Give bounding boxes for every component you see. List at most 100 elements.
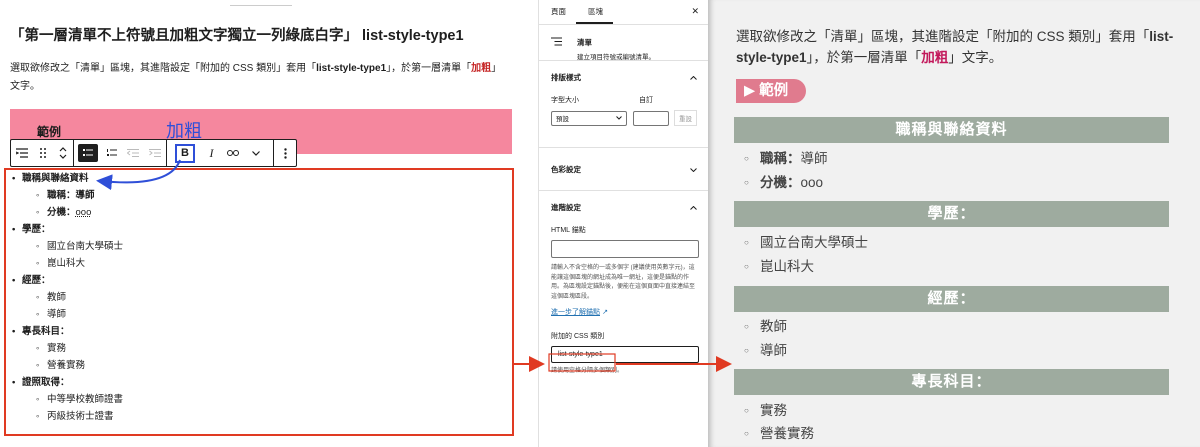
font-size-value: 預設 bbox=[556, 116, 569, 123]
list-item[interactable]: 丙級技術士證書 bbox=[10, 408, 123, 425]
block-card: 清單 建立項目符號或編號清單。 bbox=[539, 25, 709, 61]
css-class-input[interactable]: list-style-type1 bbox=[551, 346, 699, 363]
list-icon bbox=[551, 37, 565, 50]
preview-list-item: 國立台南大學碩士 bbox=[744, 231, 868, 255]
preview-list-item: 職稱：導師 bbox=[744, 147, 828, 171]
panel-title: 色彩設定 bbox=[551, 164, 581, 174]
chevron-up-icon bbox=[690, 203, 697, 212]
color-panel: 色彩設定 bbox=[539, 148, 709, 191]
example-badge: ▶ 範例 bbox=[736, 79, 807, 103]
item-key: 職稱： bbox=[760, 151, 801, 166]
anchor-help-text: 請輸入不含空格的一或多個字 (建議使用英數字元)，這能讓這個區塊的網址成為唯一網… bbox=[551, 265, 696, 300]
list-item[interactable]: 營養實務 bbox=[10, 357, 123, 374]
paragraph-class-name: list-style-type1 bbox=[316, 63, 387, 74]
list-item[interactable]: 分機：ooo bbox=[10, 204, 123, 221]
list-item[interactable]: 中等學校教師證書 bbox=[10, 391, 123, 408]
sidebar-tabs: 頁面 區塊 ✕ bbox=[539, 0, 709, 25]
list-item[interactable]: 崑山科大 bbox=[10, 255, 123, 272]
preview-list-item: 教師 bbox=[744, 315, 787, 339]
paragraph-text: 」，於第一層清單「 bbox=[386, 63, 472, 74]
tab-block[interactable]: 區塊 bbox=[576, 0, 613, 24]
preview-section-heading: 經歷： bbox=[734, 286, 1169, 312]
outdent-icon[interactable] bbox=[122, 140, 144, 166]
advanced-panel: 進階設定 HTML 錨點 請輸入不含空格的一或多個字 (建議使用英數字元)，這能… bbox=[539, 191, 709, 377]
preview-paragraph: 選取欲修改之「清單」區塊，其進階設定「附加的 CSS 類別」套用「list-st… bbox=[736, 26, 1176, 68]
list-block-type-icon[interactable] bbox=[11, 140, 33, 166]
italic-button[interactable]: I bbox=[201, 140, 221, 166]
font-size-select[interactable]: 預設 bbox=[551, 110, 627, 126]
list-item[interactable]: 證照取得： bbox=[10, 374, 123, 391]
advanced-panel-header[interactable]: 進階設定 bbox=[551, 191, 697, 223]
reset-button[interactable]: 重設 bbox=[674, 110, 697, 126]
block-name: 清單 bbox=[577, 38, 592, 47]
list-item[interactable]: 經歷： bbox=[10, 272, 123, 289]
list-item[interactable]: 國立台南大學碩士 bbox=[10, 238, 123, 255]
preview-section-heading: 學歷： bbox=[734, 201, 1169, 227]
example-block-label: 範例 bbox=[37, 125, 62, 139]
list-item-key: 分機： bbox=[47, 207, 76, 218]
list-item[interactable]: 教師 bbox=[10, 289, 123, 306]
item-value: 導師 bbox=[800, 151, 828, 166]
post-heading[interactable]: 「第一層清單不上符號且加粗文字獨立一列綠底白字」 list-style-type… bbox=[10, 24, 464, 45]
external-link-icon: ↗ bbox=[602, 309, 608, 316]
drag-handle-icon[interactable] bbox=[33, 140, 53, 166]
block-editor: 「第一層清單不上符號且加粗文字獨立一列綠底白字」 list-style-type… bbox=[0, 0, 530, 447]
unordered-list-icon[interactable] bbox=[77, 144, 98, 162]
chevron-up-icon bbox=[690, 73, 697, 82]
preview-list-item: 分機：ooo bbox=[744, 171, 823, 195]
paragraph-text: 選取欲修改之「清單」區塊，其進階設定「附加的 CSS 類別」套用「 bbox=[736, 29, 1150, 44]
chevron-down-icon bbox=[616, 115, 622, 122]
preview-list-item: 營養實務 bbox=[744, 422, 814, 446]
settings-sidebar: 頁面 區塊 ✕ 清單 建立項目符號或編號清單。 排版樣式 字型大小 自訂 預設 … bbox=[538, 0, 710, 447]
preview-list-item: 崑山科大 bbox=[744, 255, 814, 279]
frontend-preview: 選取欲修改之「清單」區塊，其進階設定「附加的 CSS 類別」套用「list-st… bbox=[708, 0, 1200, 447]
list-item-value: ooo bbox=[75, 207, 92, 218]
list-item[interactable]: 導師 bbox=[10, 306, 123, 323]
list-item[interactable]: 學歷： bbox=[10, 221, 123, 238]
font-size-label: 字型大小 bbox=[551, 97, 579, 104]
preview-list-item: 實務 bbox=[744, 399, 787, 423]
custom-size-input[interactable] bbox=[632, 110, 669, 126]
preview-list-item: 導師 bbox=[744, 339, 787, 363]
css-class-label: 附加的 CSS 類別 bbox=[551, 333, 605, 340]
html-anchor-input[interactable] bbox=[551, 240, 699, 258]
custom-size-label: 自訂 bbox=[639, 97, 653, 104]
block-description: 建立項目符號或編號清單。 bbox=[577, 54, 655, 61]
link-icon[interactable] bbox=[221, 140, 245, 166]
toolbar-separator bbox=[72, 140, 74, 166]
post-paragraph[interactable]: 選取欲修改之「清單」區塊，其進階設定「附加的 CSS 類別」套用「list-st… bbox=[10, 60, 510, 96]
list-item[interactable]: 職稱：導師 bbox=[10, 187, 123, 204]
tab-page[interactable]: 頁面 bbox=[539, 0, 576, 24]
panel-title: 進階設定 bbox=[551, 202, 581, 212]
typography-panel-header[interactable]: 排版樣式 bbox=[551, 61, 697, 93]
list-item[interactable]: 職稱與聯絡資料 bbox=[10, 170, 123, 187]
bold-button[interactable]: B bbox=[174, 143, 196, 163]
anchor-label: HTML 錨點 bbox=[551, 227, 586, 234]
move-up-down-icon[interactable] bbox=[53, 140, 73, 166]
indent-icon[interactable] bbox=[144, 140, 166, 166]
chevron-down-icon bbox=[690, 165, 697, 174]
paragraph-bold-word: 加粗 bbox=[471, 63, 492, 74]
ordered-list-icon[interactable] bbox=[102, 140, 122, 166]
list-item[interactable]: 實務 bbox=[10, 340, 123, 357]
item-key: 分機： bbox=[760, 175, 801, 190]
color-panel-header[interactable]: 色彩設定 bbox=[551, 148, 697, 190]
paragraph-text: 選取欲修改之「清單」區塊，其進階設定「附加的 CSS 類別」套用「 bbox=[10, 63, 317, 74]
learn-more-link[interactable]: 進一步了解錨點 bbox=[551, 309, 600, 316]
css-help-text: 請使用空格分隔多個類別。 bbox=[551, 368, 624, 374]
close-icon[interactable]: ✕ bbox=[691, 6, 699, 17]
divider bbox=[230, 5, 292, 6]
preview-section-heading: 職稱與聯絡資料 bbox=[734, 117, 1169, 143]
list-item[interactable]: 專長科目： bbox=[10, 323, 123, 340]
paragraph-text: 」，於第一層清單「 bbox=[806, 50, 922, 65]
block-toolbar: B I bbox=[10, 139, 297, 167]
item-value: ooo bbox=[800, 175, 824, 190]
chevron-down-icon[interactable] bbox=[245, 140, 267, 166]
more-options-icon[interactable] bbox=[274, 140, 296, 166]
list-block[interactable]: 職稱與聯絡資料 職稱：導師 分機：ooo 學歷： 國立台南大學碩士 崑山科大 經… bbox=[10, 170, 123, 425]
paragraph-bold-word: 加粗 bbox=[921, 50, 949, 65]
list-item-key: 職稱： bbox=[47, 190, 76, 201]
typography-panel: 排版樣式 字型大小 自訂 預設 重設 bbox=[539, 61, 709, 148]
preview-section-heading: 專長科目： bbox=[734, 369, 1169, 395]
panel-title: 排版樣式 bbox=[551, 72, 581, 82]
